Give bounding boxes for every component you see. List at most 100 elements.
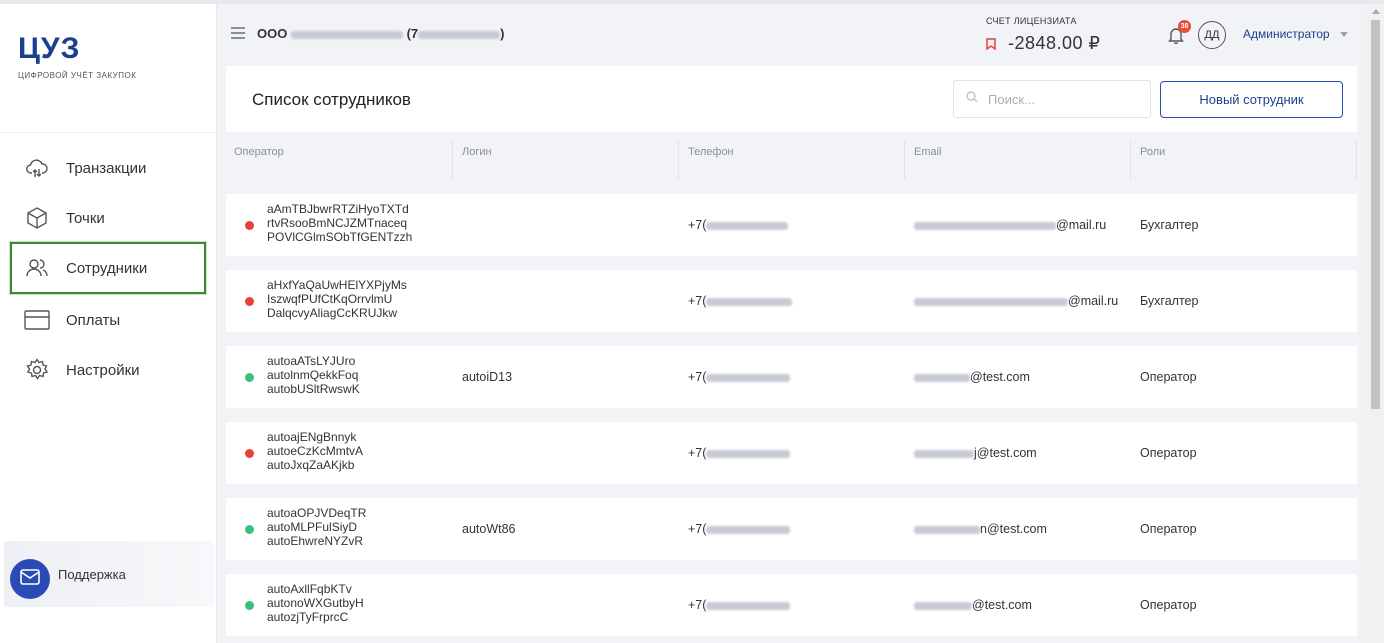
column-divider [1356,140,1357,180]
phone-cell: +7( [688,370,791,384]
redacted-email [914,449,974,458]
operator-line: autoMLPFulSiyD [267,520,358,534]
table-row[interactable]: aHxfYaQaUwHElYXPjyMs IszwqfPUfCtKqOrrvlm… [226,270,1357,332]
redacted-phone [706,601,791,610]
operator-line: rtvRsooBmNCJZMTnaceq [267,216,408,230]
table-row[interactable]: autoaOPJVDeqTR autoMLPFulSiyD autoEhwreN… [226,498,1357,560]
email-domain: @test.com [972,598,1032,612]
email-domain: @mail.ru [1056,218,1107,232]
table-row[interactable]: autoAxllFqbKTv autonoWXGutbyH autozjTyFr… [226,574,1357,636]
phone-cell: +7( [688,522,791,536]
mail-icon [20,568,40,590]
org-inn-close: ) [500,26,505,41]
column-header-email[interactable]: Email [914,146,942,158]
status-dot [245,601,254,610]
role-cell: Оператор [1140,598,1197,612]
role-cell: Оператор [1140,446,1197,460]
column-header-roles[interactable]: Роли [1140,146,1165,158]
email-cell: j@test.com [914,446,1037,460]
column-header-operator[interactable]: Оператор [234,146,284,158]
email-cell: @test.com [914,598,1032,612]
scroll-up-arrow-icon[interactable] [1372,9,1380,14]
sidebar-item-label: Точки [66,209,105,227]
gear-icon [24,357,50,383]
redacted-phone [706,297,793,306]
phone-cell: +7( [688,218,789,232]
operator-cell: autoaOPJVDeqTR autoMLPFulSiyD autoEhwreN… [267,506,366,548]
phone-cell: +7( [688,294,793,308]
operator-line: autozjTyFrprcC [267,610,349,624]
column-header-login[interactable]: Логин [462,146,492,158]
operator-cell: autoaATsLYJUro autolnmQekkFoq autobUSltR… [267,354,360,396]
avatar[interactable]: ДД [1198,21,1226,49]
app-logo[interactable]: ЦУЗ [18,32,80,66]
phone-prefix: +7( [688,294,707,308]
operator-line: aAmTBJbwrRTZiHyoTXTd [267,202,409,216]
status-dot [245,373,254,382]
role-cell: Оператор [1140,370,1197,384]
email-cell: n@test.com [914,522,1047,536]
email-domain: @test.com [970,370,1030,384]
role-cell: Бухгалтер [1140,294,1199,308]
operator-cell: autoajENgBnnyk autoeCzKcMmtvA autoJxqZaA… [267,430,363,472]
phone-prefix: +7( [688,446,707,460]
operator-line: IszwqfPUfCtKqOrrvlmU [267,292,393,306]
redacted-phone [706,449,791,458]
sidebar-divider [0,132,216,133]
sidebar-item-settings[interactable]: Настройки [12,346,208,394]
redacted-phone [706,373,791,382]
scrollbar-thumb[interactable] [1371,20,1380,409]
phone-cell: +7( [688,598,791,612]
notification-badge: 38 [1178,20,1191,33]
operator-cell: aHxfYaQaUwHElYXPjyMs IszwqfPUfCtKqOrrvlm… [267,278,407,320]
column-divider [678,140,679,180]
email-cell: @test.com [914,370,1030,384]
search-field[interactable] [953,80,1151,118]
operator-line: autoJxqZaAKjkb [267,458,355,472]
table-row[interactable]: autoajENgBnnyk autoeCzKcMmtvA autoJxqZaA… [226,422,1357,484]
org-inn-prefix: (7 [406,26,419,41]
email-domain: n@test.com [980,522,1047,536]
redacted-email [914,601,972,610]
sidebar-item-transactions[interactable]: Транзакции [12,144,208,192]
table-row[interactable]: aAmTBJbwrRTZiHyoTXTd rtvRsooBmNCJZMTnace… [226,194,1357,256]
support-label[interactable]: Поддержка [58,567,126,582]
operator-line: autoajENgBnnyk [267,430,357,444]
column-header-phone[interactable]: Телефон [688,146,734,158]
user-role-menu[interactable]: Администратор [1243,27,1330,41]
sidebar-item-label: Транзакции [66,159,147,177]
phone-prefix: +7( [688,522,707,536]
operator-cell: autoAxllFqbKTv autonoWXGutbyH autozjTyFr… [267,582,364,624]
sidebar-item-payments[interactable]: Оплаты [12,296,208,344]
users-icon [24,255,50,281]
license-balance: -2848.00 ₽ [1008,33,1101,53]
login-cell: autoiD13 [462,370,513,384]
chevron-down-icon[interactable] [1340,32,1348,37]
phone-prefix: +7( [688,218,707,232]
sidebar-item-points[interactable]: Точки [12,194,208,242]
sidebar-item-employees[interactable]: Сотрудники [10,242,206,294]
status-dot [245,449,254,458]
email-domain: @mail.ru [1068,294,1119,308]
redacted-inn [418,30,501,39]
menu-icon[interactable] [231,27,245,39]
operator-line: aHxfYaQaUwHElYXPjyMs [267,278,407,292]
column-divider [1130,140,1131,180]
redacted-email [914,373,970,382]
table-header: Оператор Логин Телефон Email Роли [226,132,1357,180]
search-icon [966,90,978,108]
table-row[interactable]: autoaATsLYJUro autolnmQekkFoq autobUSltR… [226,346,1357,408]
search-input[interactable] [986,90,1140,108]
support-button[interactable] [10,559,50,599]
organization-name[interactable]: ООО (7) [257,26,505,41]
redacted-phone [706,525,791,534]
sidebar-item-label: Оплаты [66,311,121,329]
operator-line: POVlCGlmSObTfGENTzzh [267,230,413,244]
redacted-org-name [290,30,403,39]
operator-line: autonoWXGutbyH [267,596,364,610]
email-cell: @mail.ru [914,218,1106,232]
new-employee-button[interactable]: Новый сотрудник [1160,81,1343,118]
phone-cell: +7( [688,446,791,460]
sidebar-item-label: Настройки [66,361,140,379]
card-icon [24,307,50,333]
